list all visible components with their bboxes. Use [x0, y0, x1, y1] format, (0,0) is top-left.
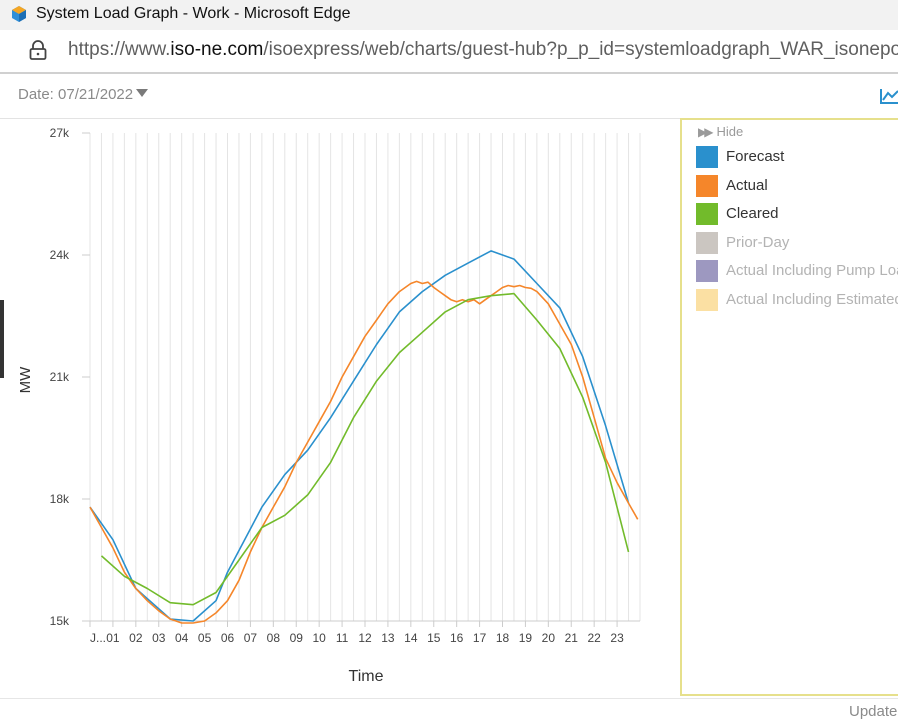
- legend-swatch: [696, 174, 718, 197]
- y-tick-label: 21k: [50, 370, 70, 384]
- x-tick-label: 02: [129, 631, 143, 645]
- x-tick-label: 13: [381, 631, 395, 645]
- legend-hide-label: Hide: [716, 124, 744, 139]
- series-line-actual[interactable]: [89, 280, 639, 624]
- x-axis-title: Time: [349, 668, 384, 685]
- x-tick-label: 03: [152, 631, 166, 645]
- line-chart-icon[interactable]: [880, 87, 898, 105]
- x-tick-label: 14: [404, 631, 418, 645]
- date-selector[interactable]: Date: 07/21/2022: [18, 86, 149, 103]
- x-tick-label: 23: [610, 631, 624, 645]
- chart-series: [89, 250, 639, 624]
- date-label: Date: 07/21/2022: [18, 86, 134, 103]
- window-title: System Load Graph - Work - Microsoft Edg…: [36, 5, 351, 22]
- x-tick-label: 07: [244, 631, 258, 645]
- legend-swatch: [696, 260, 718, 282]
- caret-down-icon: [136, 89, 149, 97]
- x-tick-label: 22: [587, 631, 601, 645]
- y-tick-label: 27k: [50, 126, 70, 140]
- x-tick-label: 18: [496, 631, 510, 645]
- x-tick-label: 16: [450, 631, 464, 645]
- legend-hide-toggle[interactable]: ▶▶ Hide: [698, 124, 743, 139]
- legend-label: Actual: [726, 176, 768, 194]
- x-tick-label: 17: [473, 631, 487, 645]
- x-tick-label: 06: [221, 631, 235, 645]
- y-tick-label: 24k: [50, 248, 70, 262]
- system-load-chart: 15k 18k 21k 24k 27k J... 01 02 03 04 05 06 07 08 09 10 1…: [17, 126, 641, 685]
- url-text[interactable]: https://www.iso-ne.com/isoexpress/web/ch…: [68, 39, 898, 61]
- legend-label: Prior-Day: [726, 233, 790, 251]
- x-tick-label: 21: [565, 631, 579, 645]
- y-tick-label: 15k: [50, 614, 70, 628]
- url-prefix: https://www.: [68, 39, 171, 60]
- legend-swatch: [696, 288, 718, 311]
- y-tick-label: 18k: [50, 492, 70, 506]
- chart-footer: Updated: [0, 698, 898, 726]
- legend-label: Actual Including Pump Load: [726, 262, 898, 279]
- chart-axes: 15k 18k 21k 24k 27k J... 01 02 03 04 05 06 07 08 09 10 1…: [50, 126, 640, 645]
- x-tick-label: 08: [267, 631, 281, 645]
- chart-grid: [89, 133, 641, 621]
- window-titlebar: System Load Graph - Work - Microsoft Edg…: [0, 0, 898, 30]
- x-tick-label: 11: [336, 631, 349, 645]
- double-chevron-right-icon: ▶▶: [698, 125, 714, 139]
- chart-toolbar: Date: 07/21/2022: [0, 74, 898, 119]
- legend-label: Actual Including Estimated: [726, 290, 898, 308]
- address-bar[interactable]: https://www.iso-ne.com/isoexpress/web/ch…: [0, 30, 898, 74]
- legend-swatch: [696, 203, 718, 225]
- series-line-forecast[interactable]: [89, 250, 630, 622]
- x-tick-label: J...: [90, 631, 106, 645]
- edge-workspace-icon: [12, 6, 26, 22]
- x-tick-label: 04: [175, 631, 189, 645]
- x-tick-label: 01: [106, 631, 120, 645]
- legend-label: Cleared: [726, 205, 779, 222]
- legend-swatch: [696, 231, 718, 254]
- x-tick-label: 20: [542, 631, 556, 645]
- url-path: /isoexpress/web/charts/guest-hub?p_p_id=…: [263, 39, 898, 60]
- x-tick-label: 19: [519, 631, 533, 645]
- legend-label: Forecast: [726, 148, 785, 165]
- y-axis-title: MW: [17, 366, 34, 393]
- lock-icon[interactable]: [28, 39, 48, 61]
- updated-label: Updated: [849, 703, 898, 720]
- legend-panel: ▶▶ Hide Forecast Actual Cleared Prior-Day Act…: [680, 118, 898, 696]
- x-tick-label: 09: [290, 631, 304, 645]
- x-tick-label: 12: [358, 631, 372, 645]
- x-tick-label: 05: [198, 631, 212, 645]
- legend-swatch: [696, 146, 718, 168]
- x-tick-label: 15: [427, 631, 441, 645]
- x-tick-label: 10: [312, 631, 326, 645]
- url-domain: iso-ne.com: [170, 39, 264, 60]
